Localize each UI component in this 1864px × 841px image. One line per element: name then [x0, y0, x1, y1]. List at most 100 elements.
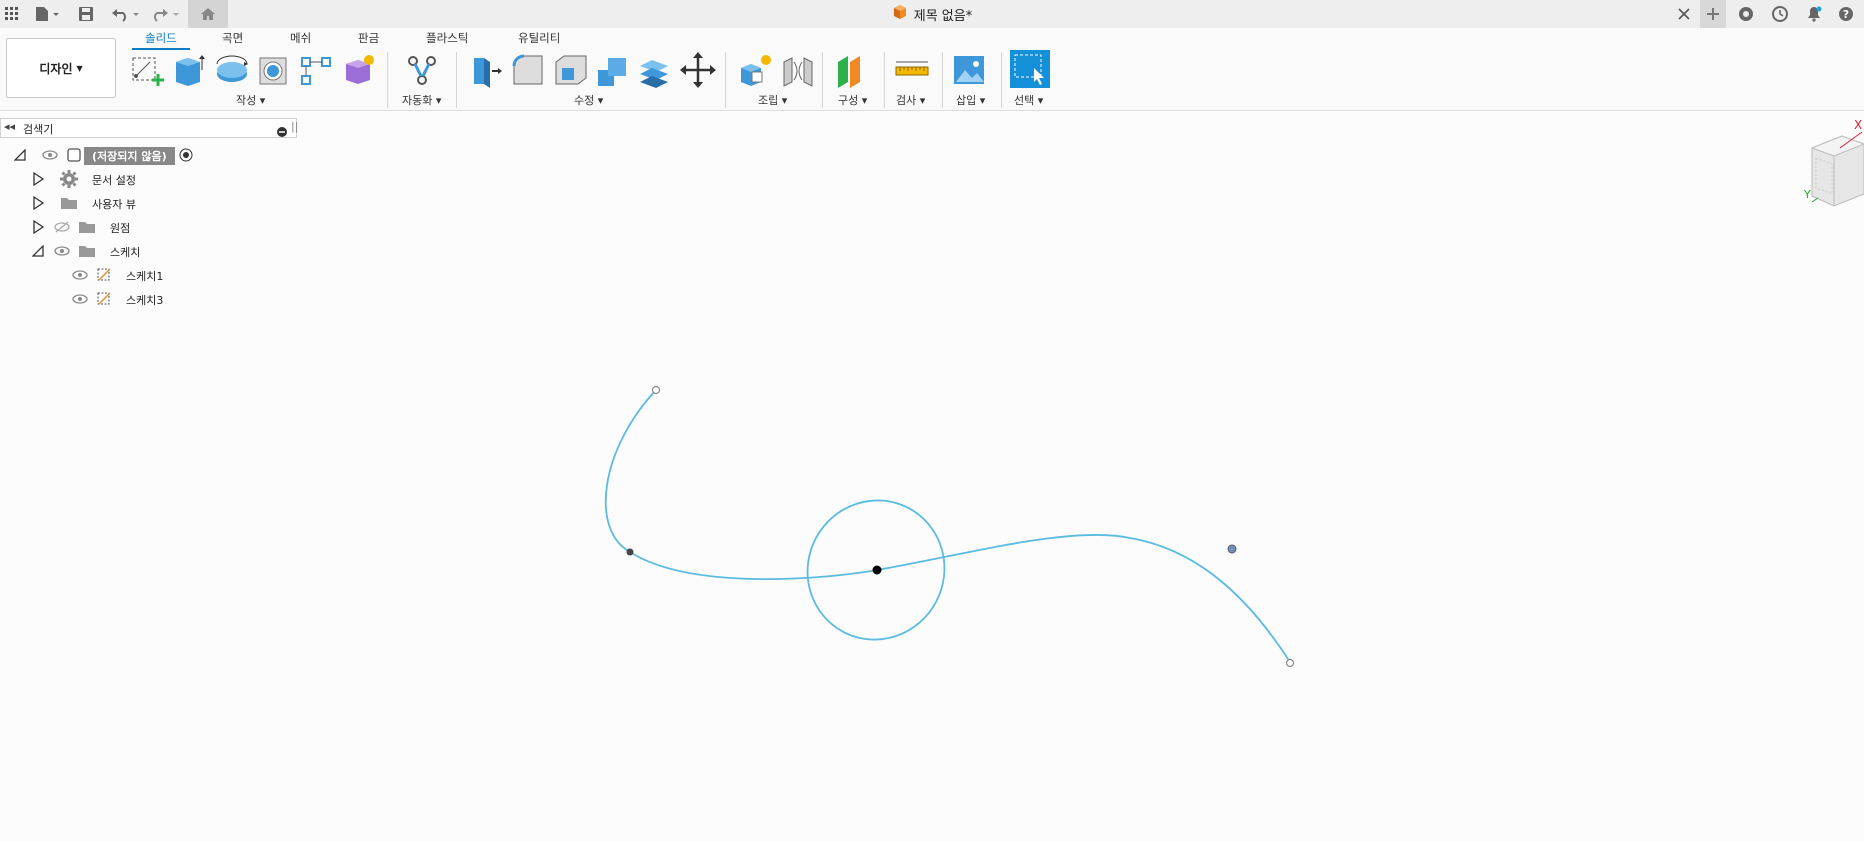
group-modify-label[interactable]: 수정 ▾: [574, 92, 603, 108]
visibility-eye-icon[interactable]: [72, 269, 88, 283]
notifications-bell-icon[interactable]: [1804, 2, 1824, 26]
visibility-eye-icon[interactable]: [42, 149, 58, 163]
toolbar-divider: [387, 52, 388, 108]
tree-item-sketches[interactable]: 스케치: [31, 242, 141, 262]
help-icon[interactable]: ?: [1836, 2, 1856, 26]
expanded-triangle-icon[interactable]: [31, 243, 44, 260]
ellipse-curve: [806, 499, 946, 641]
spline-endpoint: [651, 385, 661, 395]
tree-item-label: 스케치3: [126, 294, 164, 307]
group-automate-label[interactable]: 자동화 ▾: [402, 92, 441, 108]
collapsed-triangle-icon[interactable]: [32, 171, 45, 189]
fillet-icon[interactable]: [510, 52, 546, 88]
resize-handle-icon[interactable]: ||: [291, 120, 298, 133]
tree-item-sketch1[interactable]: 스케치1: [72, 266, 163, 286]
toolbar-divider: [1001, 52, 1002, 108]
toolbar-divider: [822, 52, 823, 108]
y-axis-label: Y: [1804, 188, 1811, 201]
undo-icon[interactable]: [110, 2, 142, 26]
folder-icon: [78, 220, 96, 237]
tab-utility[interactable]: 유틸리티: [518, 30, 560, 46]
folder-icon: [60, 196, 78, 213]
document-icon: [66, 147, 82, 166]
tab-sheet-metal[interactable]: 판금: [358, 30, 379, 46]
pattern-icon[interactable]: [298, 52, 334, 88]
redo-icon[interactable]: [150, 2, 182, 26]
group-select-label[interactable]: 선택 ▾: [1014, 92, 1043, 108]
tree-item-document-settings[interactable]: 문서 설정: [32, 169, 136, 191]
workspace-switcher-button[interactable]: 디자인 ▼: [6, 38, 116, 98]
create-sketch-icon[interactable]: [130, 52, 166, 88]
tree-item-label: 스케치: [110, 246, 141, 259]
extensions-icon[interactable]: [1736, 2, 1756, 26]
group-inspect-label[interactable]: 검사 ▾: [896, 92, 925, 108]
tab-surface[interactable]: 곡면: [222, 30, 243, 46]
tree-item-label: 문서 설정: [92, 174, 136, 187]
close-tab-icon[interactable]: [1674, 2, 1694, 26]
group-assemble-label[interactable]: 조립 ▾: [758, 92, 787, 108]
group-insert-label[interactable]: 삽입 ▾: [956, 92, 985, 108]
new-component-icon[interactable]: [738, 52, 774, 88]
combine-icon[interactable]: [594, 52, 630, 88]
create-form-icon[interactable]: [340, 52, 376, 88]
expanded-triangle-icon[interactable]: [13, 147, 26, 164]
toolbar-divider: [725, 52, 726, 108]
job-status-icon[interactable]: [1770, 2, 1790, 26]
root-label: (저장되지 않음): [84, 147, 175, 165]
extrude-icon[interactable]: [172, 52, 208, 88]
revolve-icon[interactable]: [214, 52, 250, 88]
toolbar-divider: [942, 52, 943, 108]
toolbar-divider: [456, 52, 457, 108]
toolbar-divider: [884, 52, 885, 108]
tree-item-origin[interactable]: 원점: [32, 218, 130, 238]
visibility-eye-icon[interactable]: [72, 293, 88, 307]
spline-fit-point: [626, 548, 634, 556]
spline-endpoint: [1285, 658, 1295, 668]
activate-radio-icon[interactable]: [179, 148, 193, 165]
group-create-label[interactable]: 작성 ▾: [236, 92, 265, 108]
workspace-label: 디자인: [39, 61, 73, 76]
tree-item-label: 사용자 뷰: [92, 198, 136, 211]
top-bar: 제목 없음* ?: [0, 0, 1864, 28]
browser-header: ◂◂ 검색기 ||: [0, 118, 298, 141]
tree-item-named-views[interactable]: 사용자 뷰: [32, 194, 136, 214]
tab-mesh[interactable]: 메쉬: [290, 30, 311, 46]
save-icon[interactable]: [76, 2, 96, 26]
offset-face-icon[interactable]: [636, 52, 672, 88]
sketch-icon: [96, 267, 112, 286]
active-tab-indicator: [132, 48, 190, 50]
home-tab-icon[interactable]: [188, 0, 228, 28]
automate-icon[interactable]: [404, 52, 440, 88]
file-menu-icon[interactable]: [32, 2, 62, 26]
new-tab-plus-icon[interactable]: [1700, 0, 1726, 28]
hidden-eye-icon[interactable]: [54, 221, 70, 236]
hole-icon[interactable]: [256, 52, 292, 88]
select-icon[interactable]: [1010, 50, 1050, 88]
collapsed-triangle-icon[interactable]: [32, 219, 45, 237]
document-title: 제목 없음*: [913, 8, 973, 24]
tree-item-label: 스케치1: [126, 270, 164, 283]
tree-item-sketch3[interactable]: 스케치3: [72, 290, 163, 310]
minimize-icon[interactable]: [277, 122, 287, 141]
measure-icon[interactable]: [894, 52, 930, 88]
collapsed-triangle-icon[interactable]: [32, 195, 45, 213]
tab-solid[interactable]: 솔리드: [145, 30, 177, 46]
visibility-eye-icon[interactable]: [54, 245, 70, 259]
tree-root[interactable]: (저장되지 않음): [13, 146, 193, 166]
move-icon[interactable]: [680, 52, 716, 88]
tree-item-label: 원점: [110, 222, 131, 235]
joint-icon[interactable]: [780, 52, 816, 88]
view-cube[interactable]: X Y: [1800, 118, 1864, 218]
press-pull-icon[interactable]: [468, 52, 504, 88]
offset-plane-icon[interactable]: [834, 52, 870, 88]
sketch-icon: [96, 291, 112, 310]
shell-icon[interactable]: [552, 52, 588, 88]
x-axis-label: X: [1854, 118, 1863, 132]
collapse-panel-icon[interactable]: ◂◂: [4, 120, 15, 133]
spline-curve: [604, 389, 1291, 663]
insert-image-icon[interactable]: [952, 52, 988, 88]
app-grid-icon[interactable]: [2, 2, 22, 26]
tab-plastic[interactable]: 플라스틱: [426, 30, 468, 46]
group-construct-label[interactable]: 구성 ▾: [838, 92, 867, 108]
gear-icon: [60, 169, 78, 191]
